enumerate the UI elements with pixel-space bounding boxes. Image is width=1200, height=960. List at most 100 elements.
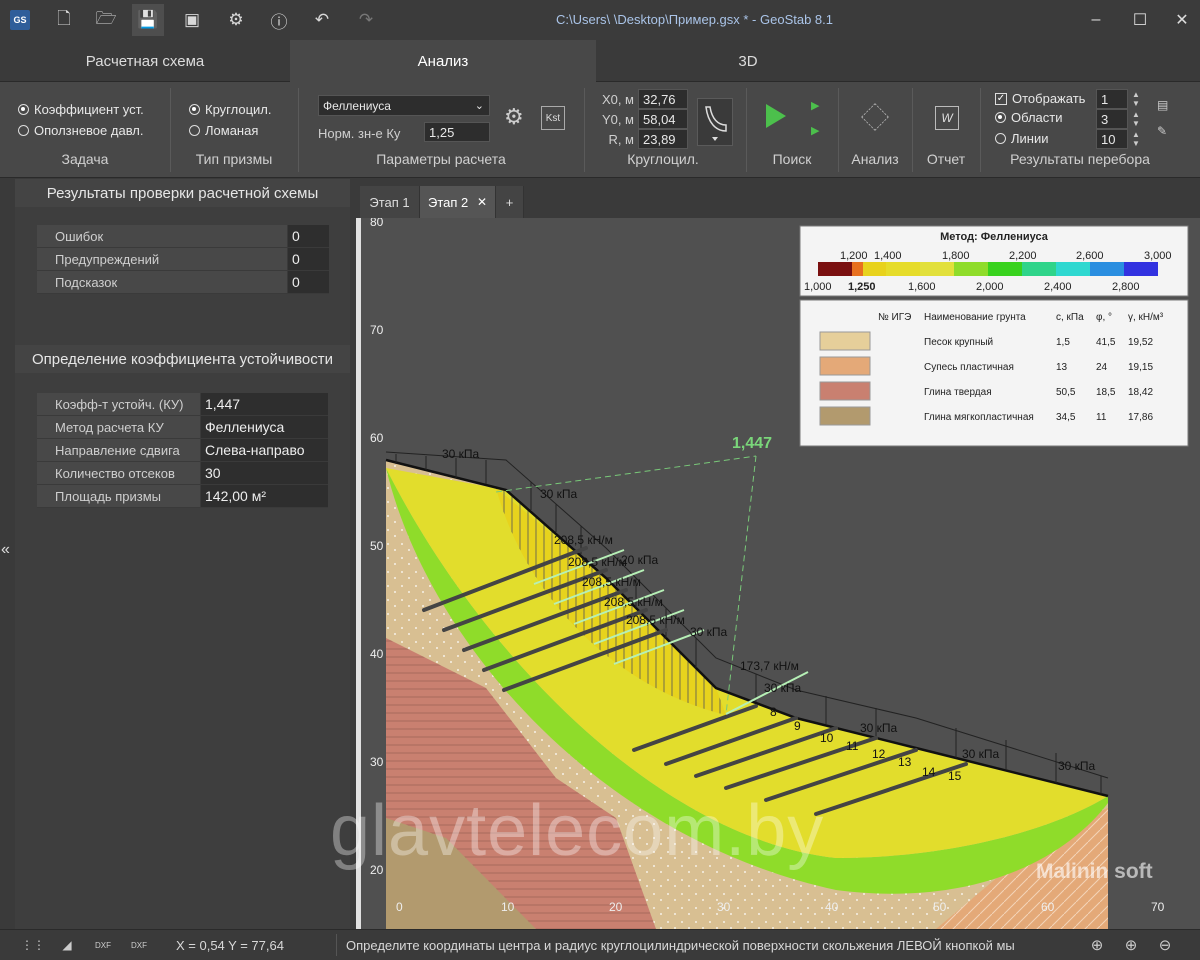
save-icon[interactable]: 💾 xyxy=(132,4,164,36)
row-value: 1,447 xyxy=(200,393,328,415)
settings-gear-icon[interactable]: ⚙ xyxy=(220,4,252,36)
slice-number: 9 xyxy=(794,719,801,733)
tab-stage-1[interactable]: Этап 1 xyxy=(360,186,420,218)
search-group-label: Поиск xyxy=(772,151,812,167)
method-select[interactable]: Феллениуса ⌄ xyxy=(318,95,490,116)
open-folder-icon[interactable]: 🗁 xyxy=(90,4,122,36)
slice-number: 13 xyxy=(898,755,912,769)
tab-3d[interactable]: 3D xyxy=(596,40,900,82)
lines-radio[interactable]: Линии xyxy=(995,131,1049,146)
x-tick-label: 10 xyxy=(501,900,515,914)
screenshot-icon[interactable]: ▣ xyxy=(176,4,208,36)
help-icon[interactable]: ⓘ xyxy=(263,4,295,36)
show-input[interactable]: 1 xyxy=(1096,89,1128,109)
soil-swatch xyxy=(819,331,871,351)
load-label: 30 кПа xyxy=(764,681,802,695)
lines-spinner-icon[interactable]: ▲ ▼ xyxy=(1130,130,1142,148)
prism-radio-broken[interactable]: Ломаная xyxy=(189,123,258,138)
results-edit-icon[interactable]: ✎ xyxy=(1157,124,1167,138)
params-gear-icon[interactable]: ⚙ xyxy=(504,104,524,130)
prism-radio-circular[interactable]: Круглоцил. xyxy=(189,102,271,117)
soil-gamma: 19,52 xyxy=(1128,337,1153,348)
stage-tabs: Этап 1 Этап 2 ✕ + xyxy=(356,186,1200,218)
tab-calc-scheme[interactable]: Расчетная схема xyxy=(0,40,290,82)
y0-input[interactable]: 58,04 xyxy=(638,109,688,129)
circle-pick-button[interactable] xyxy=(697,98,733,146)
x-tick-label: 30 xyxy=(717,900,731,914)
soil-gamma: 18,42 xyxy=(1128,387,1153,398)
new-file-icon[interactable]: 🗋 xyxy=(48,4,80,36)
r-input[interactable]: 23,89 xyxy=(638,129,688,149)
lines-input[interactable]: 10 xyxy=(1096,129,1128,149)
radio-off-icon xyxy=(995,133,1006,144)
row-key: Коэфф-т устойч. (КУ) xyxy=(37,393,200,415)
redo-icon[interactable]: ↷ xyxy=(350,4,382,36)
y0-label: Y0, м xyxy=(601,112,634,127)
app-logo[interactable]: GS xyxy=(4,4,36,36)
soil-gamma: 19,15 xyxy=(1128,362,1153,373)
lines-label: Линии xyxy=(1011,131,1049,146)
scale-swatch xyxy=(863,262,886,276)
add-stage-button[interactable]: + xyxy=(496,186,524,218)
x0-input[interactable]: 32,76 xyxy=(638,89,688,109)
title-bar: GS 🗋 🗁 💾 ▣ ⚙ ⓘ ↶ ↷ C:\Users\ \Desktop\Пр… xyxy=(0,0,1200,40)
show-checkbox[interactable]: ✓ Отображать xyxy=(995,91,1085,106)
legend-top-tick: 2,600 xyxy=(1076,250,1104,262)
status-bar: ⋮⋮ ◢ DXF DXF X = 0,54 Y = 77,64 Определи… xyxy=(0,929,1200,960)
maximize-icon[interactable]: ☐ xyxy=(1126,8,1154,32)
load-label: 30 кПа xyxy=(1058,759,1096,773)
row-value: 0 xyxy=(287,225,329,247)
collapse-strip[interactable]: « xyxy=(0,179,15,929)
zoom-in-icon[interactable]: ⊕ xyxy=(1120,935,1142,955)
export-dxf-icon[interactable]: DXF xyxy=(92,935,114,955)
import-dxf-icon[interactable]: DXF xyxy=(128,935,150,955)
analysis-icon[interactable] xyxy=(861,103,889,131)
task-radio-fs[interactable]: Коэффициент уст. xyxy=(18,102,144,117)
prism-option-label: Ломаная xyxy=(205,123,259,138)
tab-stage-2[interactable]: Этап 2 ✕ xyxy=(420,186,496,218)
search-fast-icon[interactable]: ▶ xyxy=(811,124,819,137)
task-option-label: Оползневое давл. xyxy=(34,123,144,138)
table-row: Подсказок 0 xyxy=(37,271,329,294)
row-key: Ошибок xyxy=(37,225,287,247)
minimize-icon[interactable]: – xyxy=(1082,8,1110,32)
scale-swatch xyxy=(988,262,1022,276)
show-spinner-icon[interactable]: ▲ ▼ xyxy=(1130,90,1142,108)
close-tab-icon[interactable]: ✕ xyxy=(477,195,487,209)
load-label: 30 кПа xyxy=(690,625,728,639)
soil-header: № ИГЭ xyxy=(878,312,911,323)
soil-swatch xyxy=(819,381,871,401)
circ-group-label: Круглоцил. xyxy=(627,151,699,167)
undo-icon[interactable]: ↶ xyxy=(306,4,338,36)
grid-icon[interactable]: ⋮⋮ xyxy=(21,935,45,955)
search-step-icon[interactable]: ▶ xyxy=(811,99,819,112)
main-tabs: Расчетная схема Анализ 3D xyxy=(0,40,1200,82)
y-tick-label: 30 xyxy=(370,755,384,769)
soil-name: Глина мягкопластичная xyxy=(924,412,1034,423)
soil-c: 13 xyxy=(1056,362,1068,373)
anchor-force-label: 208,5 кН/м xyxy=(626,613,685,627)
zoom-out-icon[interactable]: ⊖ xyxy=(1154,935,1176,955)
zoom-fit-icon[interactable]: ⊕ xyxy=(1086,935,1108,955)
tab-analysis[interactable]: Анализ xyxy=(290,40,596,82)
norm-ku-input[interactable]: 1,25 xyxy=(424,122,490,142)
slope-view-icon[interactable]: ◢ xyxy=(56,935,78,955)
areas-input[interactable]: 3 xyxy=(1096,109,1128,129)
kst-button[interactable]: Kst xyxy=(541,106,565,130)
analysis-group-label: Анализ xyxy=(851,151,899,167)
areas-spinner-icon[interactable]: ▲ ▼ xyxy=(1130,110,1142,128)
task-radio-pressure[interactable]: Оползневое давл. xyxy=(18,123,144,138)
collapse-panel-icon[interactable]: « xyxy=(1,541,10,559)
row-key: Направление сдвига xyxy=(37,439,200,461)
search-run-icon[interactable] xyxy=(766,104,786,128)
slip-circle-icon xyxy=(705,106,727,141)
ku-section-title: Определение коэффициента устойчивости xyxy=(15,345,350,373)
areas-radio[interactable]: Области xyxy=(995,110,1063,125)
load-label: 30 кПа xyxy=(962,747,1000,761)
x-tick-label: 70 xyxy=(1151,900,1165,914)
close-window-icon[interactable]: ✕ xyxy=(1168,8,1196,32)
ku-table: Коэфф-т устойч. (КУ) 1,447 Метод расчета … xyxy=(37,393,328,508)
results-list-icon[interactable]: ▤ xyxy=(1157,98,1168,112)
report-word-icon[interactable]: W xyxy=(935,106,959,130)
soil-phi: 18,5 xyxy=(1096,387,1116,398)
